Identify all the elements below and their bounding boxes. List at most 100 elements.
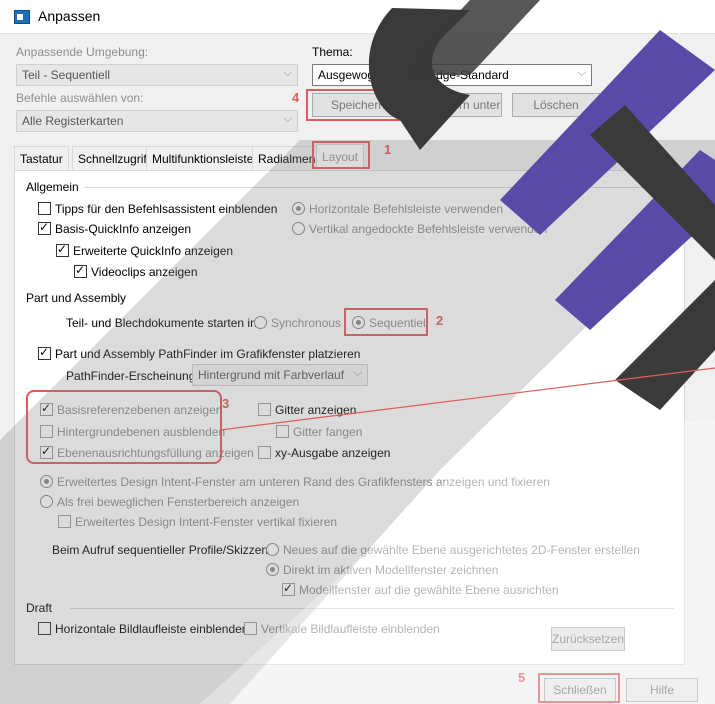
environment-label: Anpassende Umgebung: [16, 45, 149, 59]
tips-option[interactable]: Tipps für den Befehlsassistent einblende… [38, 202, 277, 216]
snap-grid-option[interactable]: Gitter fangen [276, 425, 362, 439]
draw-active-radio[interactable] [266, 563, 279, 576]
grid-option[interactable]: Gitter anzeigen [258, 403, 356, 417]
extended-quickinfo-option[interactable]: Erweiterte QuickInfo anzeigen [56, 242, 234, 258]
xy-display-checkbox[interactable] [258, 446, 271, 459]
tips-label: Tipps für den Befehlsassistent einblende… [55, 202, 278, 216]
basic-quickinfo-option[interactable]: Basis-QuickInfo anzeigen [38, 220, 192, 236]
draft-heading: Draft [26, 601, 53, 615]
profile-label: Beim Aufruf sequentieller Profile/Skizze… [52, 543, 272, 557]
annotation-number-5: 5 [518, 670, 526, 685]
intent-float-label: Als frei beweglichen Fensterbereich anze… [57, 495, 300, 509]
annotation-number-1: 1 [384, 142, 392, 157]
grid-label: Gitter anzeigen [275, 403, 357, 417]
delete-theme-button[interactable]: Löschen [512, 93, 600, 117]
pathfinder-label: Part und Assembly PathFinder im Grafikfe… [55, 347, 361, 361]
commands-label: Befehle auswählen von: [16, 91, 144, 105]
align-model-label: Modellfenster auf die gewählte Ebene aus… [299, 583, 559, 597]
help-button[interactable]: Hilfe [626, 678, 698, 702]
pathfinder-look-label: PathFinder-Erscheinung: [66, 369, 199, 383]
annotation-number-4: 4 [292, 90, 300, 105]
chevron-down-icon: ⌵ [577, 67, 586, 79]
annotation-box-1 [312, 141, 370, 169]
tips-checkbox[interactable] [38, 202, 51, 215]
videoclips-label: Videoclips anzeigen [91, 265, 198, 279]
snap-grid-label: Gitter fangen [293, 425, 363, 439]
draw-active-label: Direkt im aktiven Modellfenster zeichnen [283, 563, 499, 577]
grid-checkbox[interactable] [258, 403, 271, 416]
pathfinder-option[interactable]: Part und Assembly PathFinder im Grafikfe… [38, 345, 361, 361]
intent-float-option[interactable]: Als frei beweglichen Fensterbereich anze… [40, 495, 299, 509]
synchronous-radio[interactable] [254, 316, 267, 329]
environment-select[interactable]: Teil - Sequentiell ⌵ [16, 64, 298, 86]
annotation-box-2 [344, 308, 428, 336]
new-window-label: Neues auf die gewählte Ebene ausgerichte… [283, 543, 640, 557]
vertical-scroll-option[interactable]: Vertikale Bildlaufleiste einblenden [244, 622, 440, 636]
draw-active-option[interactable]: Direkt im aktiven Modellfenster zeichnen [266, 563, 498, 577]
annotation-number-2: 2 [436, 313, 444, 328]
window-title: Anpassen [38, 8, 101, 24]
vertical-cmdbar-option[interactable]: Vertikal angedockte Befehlsleiste verwen… [292, 222, 547, 236]
align-model-option[interactable]: Modellfenster auf die gewählte Ebene aus… [282, 581, 559, 597]
horizontal-scroll-option[interactable]: Horizontale Bildlaufleiste einblenden [38, 622, 248, 636]
new-window-radio[interactable] [266, 543, 279, 556]
general-separator [84, 187, 674, 188]
intent-dock-option[interactable]: Erweitertes Design Intent-Fenster am unt… [40, 475, 550, 489]
videoclips-checkbox[interactable] [74, 263, 87, 278]
theme-value: Ausgewogen - Solid Edge-Standard [318, 68, 509, 82]
vertical-cmdbar-radio[interactable] [292, 222, 305, 235]
commands-value: Alle Registerkarten [22, 114, 124, 128]
app-icon [14, 10, 30, 24]
pathfinder-look-select[interactable]: Hintergrund mit Farbverlauf ⌵ [192, 364, 368, 386]
theme-label: Thema: [312, 45, 353, 59]
horizontal-scroll-label: Horizontale Bildlaufleiste einblenden [55, 622, 249, 636]
commands-select[interactable]: Alle Registerkarten ⌵ [16, 110, 298, 132]
chevron-down-icon: ⌵ [283, 113, 292, 125]
intent-vertical-label: Erweitertes Design Intent-Fenster vertik… [75, 515, 338, 529]
vertical-cmdbar-label: Vertikal angedockte Befehlsleiste verwen… [309, 222, 548, 236]
xy-display-option[interactable]: xy-Ausgabe anzeigen [258, 446, 390, 460]
title-bar: Anpassen [0, 0, 715, 34]
draft-separator [70, 608, 674, 609]
tab-keyboard[interactable]: Tastatur [14, 146, 69, 170]
annotation-box-3 [26, 390, 222, 464]
videoclips-option[interactable]: Videoclips anzeigen [74, 263, 198, 279]
horizontal-cmdbar-option[interactable]: Horizontale Befehlsleiste verwenden [292, 202, 503, 216]
intent-vertical-option[interactable]: Erweitertes Design Intent-Fenster vertik… [58, 515, 337, 529]
snap-grid-checkbox[interactable] [276, 425, 289, 438]
pathfinder-look-value: Hintergrund mit Farbverlauf [198, 368, 345, 382]
horizontal-cmdbar-label: Horizontale Befehlsleiste verwenden [309, 202, 504, 216]
horizontal-scroll-checkbox[interactable] [38, 622, 51, 635]
save-as-theme-button[interactable]: Speichern unter [414, 93, 502, 117]
reset-button[interactable]: Zurücksetzen [551, 627, 625, 651]
xy-display-label: xy-Ausgabe anzeigen [275, 446, 391, 460]
tab-quick-access[interactable]: Schnellzugriff [72, 146, 156, 170]
part-heading: Part und Assembly [26, 291, 127, 305]
start-in-label: Teil- und Blechdokumente starten in: [66, 316, 261, 330]
theme-select[interactable]: Ausgewogen - Solid Edge-Standard ⌵ [312, 64, 592, 86]
general-heading: Allgemein [26, 180, 79, 194]
chevron-down-icon: ⌵ [283, 67, 292, 79]
extended-quickinfo-label: Erweiterte QuickInfo anzeigen [73, 244, 234, 258]
intent-vertical-checkbox[interactable] [58, 515, 71, 528]
new-window-option[interactable]: Neues auf die gewählte Ebene ausgerichte… [266, 543, 640, 557]
intent-dock-radio[interactable] [40, 475, 53, 488]
annotation-box-4 [306, 89, 404, 121]
synchronous-option[interactable]: Synchronous [254, 316, 341, 330]
annotation-box-5 [538, 673, 620, 703]
horizontal-cmdbar-radio[interactable] [292, 202, 305, 215]
annotation-number-3: 3 [222, 396, 230, 411]
basic-quickinfo-checkbox[interactable] [38, 220, 51, 235]
chevron-down-icon: ⌵ [353, 367, 362, 379]
vertical-scroll-checkbox[interactable] [244, 622, 257, 635]
intent-float-radio[interactable] [40, 495, 53, 508]
extended-quickinfo-checkbox[interactable] [56, 242, 69, 257]
vertical-scroll-label: Vertikale Bildlaufleiste einblenden [261, 622, 440, 636]
basic-quickinfo-label: Basis-QuickInfo anzeigen [55, 222, 192, 236]
pathfinder-checkbox[interactable] [38, 345, 51, 360]
tab-ribbon[interactable]: Multifunktionsleiste [146, 146, 260, 170]
intent-dock-label: Erweitertes Design Intent-Fenster am unt… [57, 475, 550, 489]
environment-value: Teil - Sequentiell [22, 68, 111, 82]
align-model-checkbox[interactable] [282, 581, 295, 596]
synchronous-label: Synchronous [271, 316, 342, 330]
